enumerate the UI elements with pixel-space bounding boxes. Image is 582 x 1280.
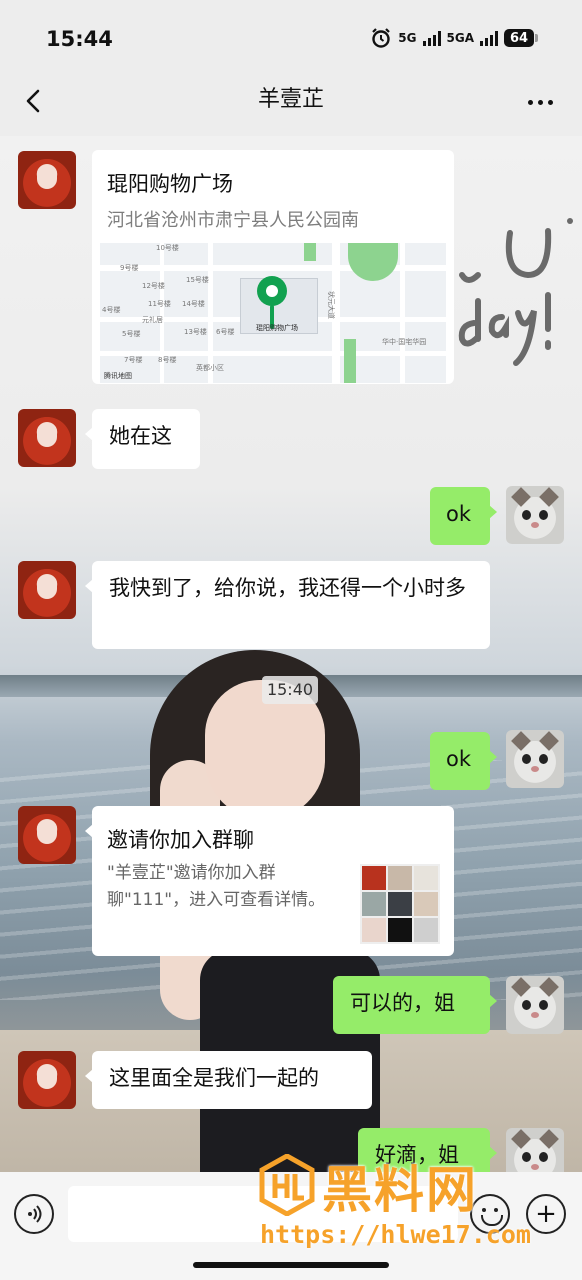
avatar-self[interactable] [506, 976, 564, 1034]
message-bubble-outgoing[interactable]: 可以的，姐 [333, 976, 497, 1034]
location-name: 琨阳购物广场 [107, 172, 233, 196]
message-text: 我快到了，给你说，我还得一个小时多 [109, 576, 466, 600]
more-button[interactable] [522, 88, 558, 116]
location-address: 河北省沧州市肃宁县人民公园南 [107, 210, 359, 231]
message-text: 这里面全是我们一起的 [109, 1066, 319, 1090]
time-divider: 15:40 [262, 676, 318, 704]
map-label: 14号楼 [182, 300, 205, 308]
battery-icon: 64 [504, 29, 538, 47]
status-time: 15:44 [46, 27, 113, 51]
message-bubble-incoming[interactable]: 她在这 [85, 409, 200, 469]
avatar-contact[interactable] [18, 1051, 76, 1109]
map-label: 华中·国宅华园 [382, 338, 427, 346]
message-text: ok [446, 502, 472, 526]
network-label-1: 5G [398, 31, 417, 45]
message-text: ok [446, 747, 472, 771]
map-label: 12号楼 [142, 282, 165, 290]
home-indicator [193, 1262, 389, 1268]
location-map[interactable]: 10号楼 15号楼 12号楼 11号楼 14号楼 13号楼 7号楼 8号楼 5号… [100, 243, 446, 383]
map-label: 9号楼 [120, 264, 139, 272]
alarm-icon [372, 28, 391, 48]
map-label: 10号楼 [156, 244, 179, 252]
avatar-contact[interactable] [18, 409, 76, 467]
invite-description: "羊壹芷"邀请你加入群聊"111"，进入可查看详情。 [107, 863, 326, 910]
location-message[interactable]: 琨阳购物广场 河北省沧州市肃宁县人民公园南 10号楼 15号楼 12号楼 11号… [92, 150, 454, 384]
avatar-contact[interactable] [18, 806, 76, 864]
avatar-self[interactable] [506, 486, 564, 544]
map-credit: 腾讯地图 [104, 372, 132, 380]
chevron-left-icon [26, 89, 40, 113]
map-label: 7号楼 [124, 356, 143, 364]
signal-bars-icon-2 [480, 30, 498, 46]
map-poi-label: 琨阳购物广场 [256, 324, 298, 332]
avatar-self[interactable] [506, 730, 564, 788]
message-text: 可以的，姐 [350, 991, 455, 1015]
map-label: 8号楼 [158, 356, 177, 364]
signal-bars-icon [422, 30, 441, 46]
message-text: 她在这 [109, 424, 172, 448]
message-bubble-incoming[interactable]: 这里面全是我们一起的 [85, 1051, 372, 1109]
avatar-contact[interactable] [18, 561, 76, 619]
map-label: 4号楼 [102, 306, 121, 314]
watermark: 黑料网 https://hlwe17.com [258, 1150, 558, 1260]
status-icons: 5G 5GA 64 [370, 27, 538, 49]
chat-header: 羊壹芷 [0, 70, 582, 136]
more-dots-icon [527, 99, 533, 105]
network-label-2: 5GA [446, 31, 475, 45]
voice-icon [28, 1205, 42, 1223]
wallpaper-doodle [458, 218, 573, 366]
map-label: 5号楼 [122, 330, 141, 338]
watermark-logo [259, 1154, 315, 1216]
map-label: 15号楼 [186, 276, 209, 284]
invite-title: 邀请你加入群聊 [107, 828, 254, 852]
watermark-url: https://hlwe17.com [260, 1220, 531, 1249]
map-label: 英都小区 [196, 364, 224, 372]
map-label: 状元大道 [327, 291, 335, 319]
back-button[interactable] [18, 84, 54, 120]
group-avatar-grid [360, 864, 440, 944]
message-bubble-incoming[interactable]: 我快到了，给你说，我还得一个小时多 [85, 561, 490, 649]
avatar-contact[interactable] [18, 151, 76, 209]
chat-title: 羊壹芷 [257, 87, 324, 112]
voice-button[interactable] [14, 1194, 54, 1234]
message-bubble-outgoing[interactable]: ok [430, 732, 497, 790]
status-bar: 15:44 5G 5GA 64 [0, 0, 582, 70]
message-bubble-outgoing[interactable]: ok [430, 487, 497, 545]
battery-level: 64 [504, 29, 534, 47]
map-label: 11号楼 [148, 300, 171, 308]
group-invite-card[interactable]: 邀请你加入群聊 "羊壹芷"邀请你加入群聊"111"，进入可查看详情。 [85, 806, 454, 956]
map-label: 6号楼 [216, 328, 235, 336]
map-label: 元礼居 [142, 316, 163, 324]
map-pin-icon [257, 276, 287, 306]
map-label: 13号楼 [184, 328, 207, 336]
watermark-brand: 黑料网 [322, 1161, 478, 1219]
